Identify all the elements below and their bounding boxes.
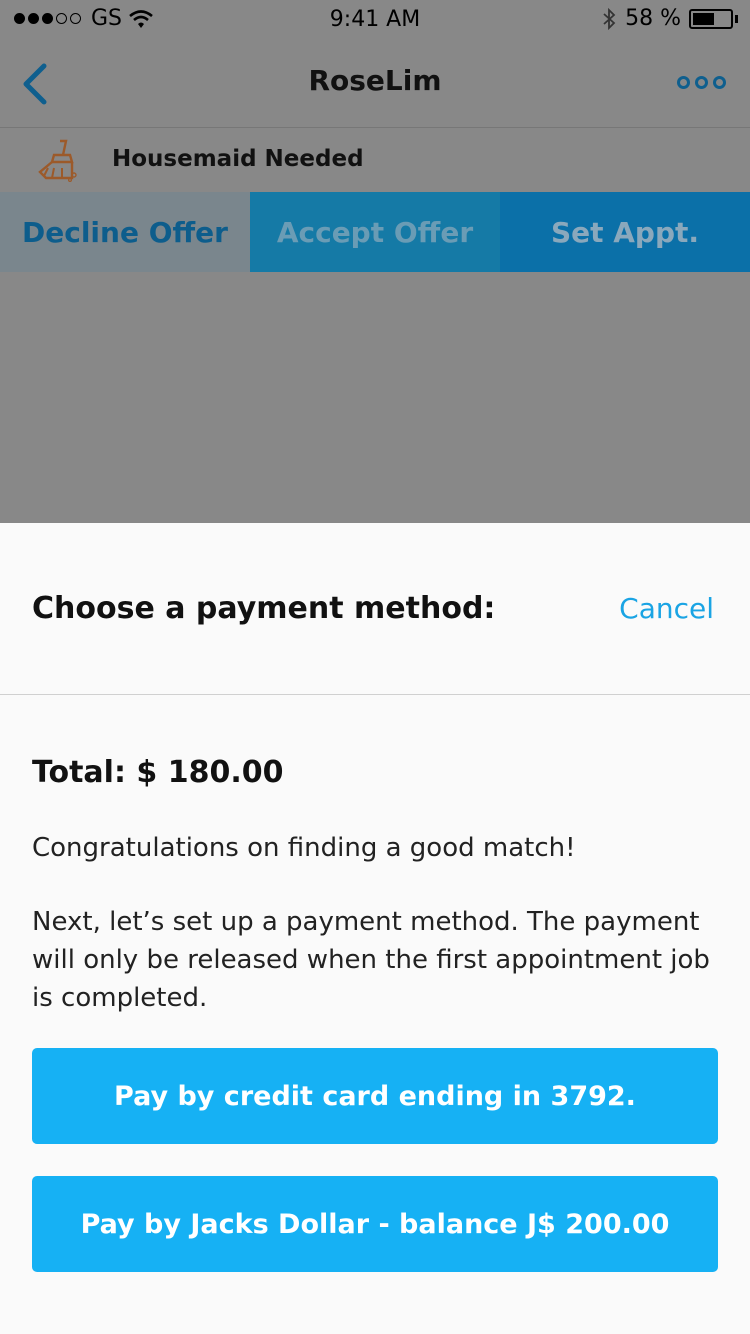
cancel-button[interactable]: Cancel: [619, 592, 714, 625]
battery-percent: 58 %: [625, 6, 681, 31]
sheet-header: Choose a payment method: Cancel: [0, 523, 750, 695]
decline-offer-button[interactable]: Decline Offer: [0, 192, 250, 272]
sheet-title: Choose a payment method:: [32, 591, 496, 626]
broom-icon: [38, 139, 77, 182]
job-header: Housemaid Needed: [0, 128, 750, 192]
status-right: 58 %: [601, 6, 738, 31]
accept-offer-button[interactable]: Accept Offer: [250, 192, 500, 272]
dimmed-background[interactable]: [0, 272, 750, 523]
total-amount: Total: $ 180.00: [32, 755, 284, 790]
status-bar: GS 9:41 AM 58 %: [0, 0, 750, 40]
more-options-icon[interactable]: [677, 76, 726, 89]
congratulations-text: Congratulations on finding a good match!: [32, 833, 576, 863]
bluetooth-icon: [603, 7, 616, 30]
payment-info-text: Next, let’s set up a payment method. The…: [32, 907, 710, 1013]
battery-icon: [689, 8, 733, 29]
pay-credit-card-button[interactable]: Pay by credit card ending in 3792.: [32, 1048, 718, 1144]
offer-actions: Decline Offer Accept Offer Set Appt.: [0, 192, 750, 272]
battery-cap: [735, 14, 738, 23]
job-title: Housemaid Needed: [112, 146, 364, 172]
set-appointment-button[interactable]: Set Appt.: [500, 192, 750, 272]
pay-jacks-dollar-button[interactable]: Pay by Jacks Dollar - balance J$ 200.00: [32, 1176, 718, 1272]
payment-sheet: Choose a payment method: Cancel Total: $…: [0, 523, 750, 1334]
navigation-bar: RoseLim: [0, 40, 750, 128]
page-title: RoseLim: [308, 64, 442, 97]
